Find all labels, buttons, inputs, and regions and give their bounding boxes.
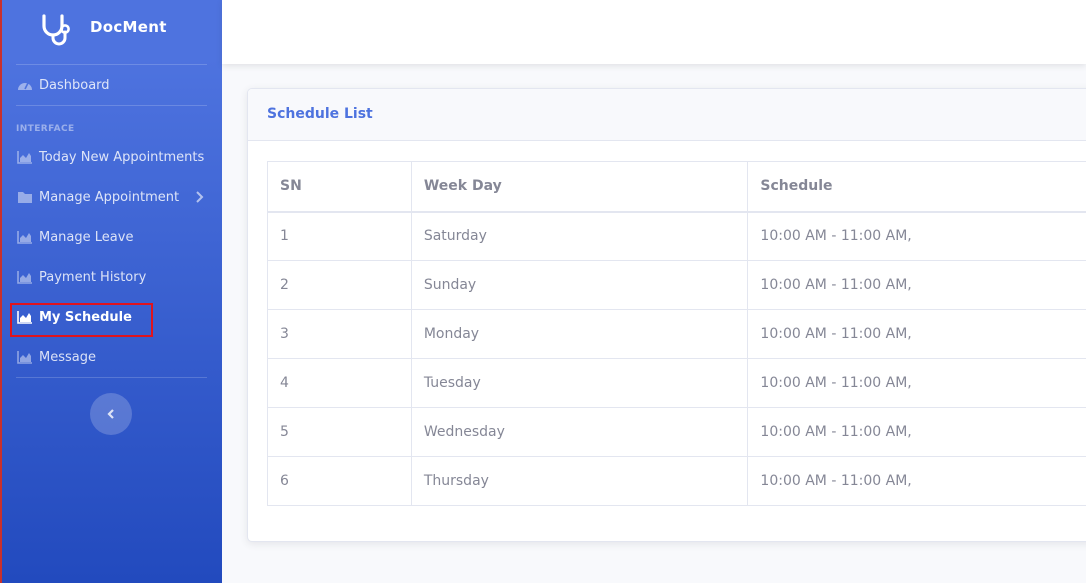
sidebar-item-today-new-appointments[interactable]: Today New Appointments <box>2 140 222 174</box>
cell-schedule: 10:00 AM - 11:00 AM, <box>747 407 1086 457</box>
card-header: Schedule List <box>248 89 1086 141</box>
column-header-sn: SN <box>267 161 412 213</box>
chart-area-icon <box>17 151 32 164</box>
schedule-table: SN Week Day Schedule 1 Saturday 10:00 AM… <box>267 161 1086 506</box>
sidebar-item-label: Manage Leave <box>39 229 134 245</box>
chart-area-icon <box>17 271 32 284</box>
column-header-week-day: Week Day <box>410 161 749 213</box>
sidebar-heading: INTERFACE <box>16 124 75 134</box>
table-row: 5 Wednesday 10:00 AM - 11:00 AM, <box>267 407 1086 457</box>
sidebar-item-message[interactable]: Message <box>2 340 222 374</box>
chevron-left-icon <box>107 409 114 419</box>
cell-week-day: Thursday <box>410 456 749 506</box>
cell-week-day: Saturday <box>410 211 749 261</box>
table-header-row: SN Week Day Schedule <box>267 161 1086 213</box>
sidebar-item-manage-appointment[interactable]: Manage Appointment <box>2 180 222 214</box>
table-row: 3 Monday 10:00 AM - 11:00 AM, <box>267 309 1086 359</box>
sidebar-toggle-button[interactable] <box>90 393 132 435</box>
chart-area-icon <box>17 231 32 244</box>
chevron-right-icon <box>196 191 204 203</box>
sidebar-item-label: Message <box>39 349 96 365</box>
sidebar-divider <box>16 105 207 106</box>
sidebar-item-dashboard[interactable]: Dashboard <box>2 68 222 102</box>
sidebar-item-label: Manage Appointment <box>39 189 180 205</box>
column-header-schedule: Schedule <box>747 161 1086 213</box>
cell-schedule: 10:00 AM - 11:00 AM, <box>747 358 1086 408</box>
sidebar-item-label: Today New Appointments <box>39 149 205 165</box>
cell-week-day: Sunday <box>410 260 749 310</box>
cell-schedule: 10:00 AM - 11:00 AM, <box>747 211 1086 261</box>
cell-sn: 6 <box>267 456 412 506</box>
cell-week-day: Wednesday <box>410 407 749 457</box>
cell-week-day: Monday <box>410 309 749 359</box>
cell-schedule: 10:00 AM - 11:00 AM, <box>747 309 1086 359</box>
cell-sn: 1 <box>267 211 412 261</box>
sidebar-item-label: Payment History <box>39 269 147 285</box>
brand-name: DocMent <box>90 18 167 36</box>
cell-sn: 2 <box>267 260 412 310</box>
chart-area-icon <box>17 351 32 364</box>
schedule-card: Schedule List SN Week Day Schedule 1 Sat… <box>247 88 1086 542</box>
cell-schedule: 10:00 AM - 11:00 AM, <box>747 456 1086 506</box>
topbar <box>222 0 1086 64</box>
stethoscope-icon <box>42 14 70 46</box>
card-title: Schedule List <box>267 106 373 122</box>
table-row: 6 Thursday 10:00 AM - 11:00 AM, <box>267 456 1086 506</box>
table-row: 2 Sunday 10:00 AM - 11:00 AM, <box>267 260 1086 310</box>
cell-sn: 4 <box>267 358 412 408</box>
sidebar-divider <box>16 64 207 65</box>
cell-sn: 3 <box>267 309 412 359</box>
sidebar-divider <box>16 377 207 378</box>
sidebar: DocMent Dashboard INTERFACE Today New Ap… <box>0 0 222 583</box>
tachometer-icon <box>18 82 32 90</box>
table-row: 1 Saturday 10:00 AM - 11:00 AM, <box>267 211 1086 261</box>
sidebar-item-manage-leave[interactable]: Manage Leave <box>2 220 222 254</box>
table-row: 4 Tuesday 10:00 AM - 11:00 AM, <box>267 358 1086 408</box>
cell-schedule: 10:00 AM - 11:00 AM, <box>747 260 1086 310</box>
folder-icon <box>18 192 32 203</box>
sidebar-item-label: Dashboard <box>39 77 110 93</box>
cell-sn: 5 <box>267 407 412 457</box>
cell-week-day: Tuesday <box>410 358 749 408</box>
sidebar-item-payment-history[interactable]: Payment History <box>2 260 222 294</box>
active-item-highlight-box <box>10 303 153 337</box>
brand[interactable]: DocMent <box>2 0 222 64</box>
